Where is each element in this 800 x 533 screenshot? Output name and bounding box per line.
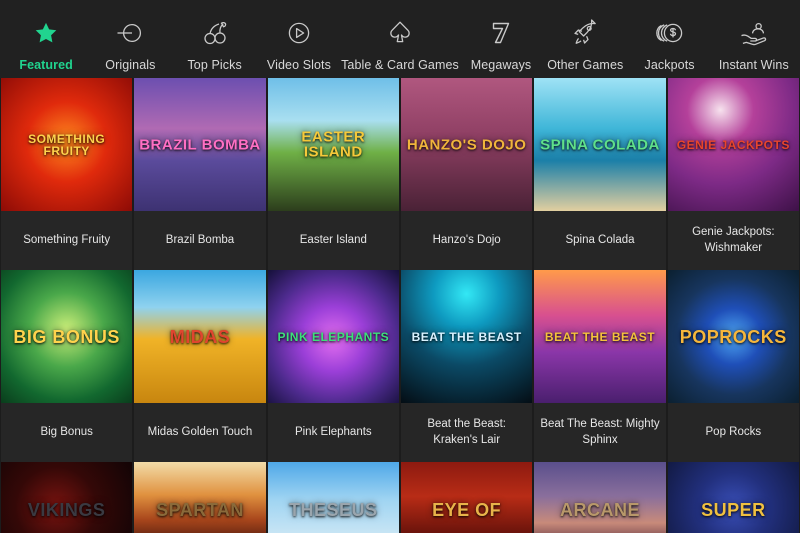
game-art <box>134 78 265 211</box>
game-art <box>668 462 799 533</box>
nav-label: Other Games <box>547 58 623 72</box>
game-art <box>268 78 399 211</box>
game-tile[interactable]: GENIE JACKPOTS Genie Jackpots: Wishmaker <box>668 78 799 270</box>
originals-icon <box>115 16 145 50</box>
game-thumbnail[interactable]: SPARTAN <box>134 462 265 533</box>
game-thumbnail[interactable]: SPINA COLADA <box>534 78 665 211</box>
game-tile[interactable]: THESEUS Theseus <box>268 462 399 533</box>
game-title[interactable]: Spina Colada <box>534 211 665 270</box>
game-title[interactable]: Easter Island <box>268 211 399 270</box>
nav-item-top-picks[interactable]: Top Picks <box>173 0 257 72</box>
game-art <box>401 78 532 211</box>
game-art <box>1 270 132 403</box>
category-nav: Featured Originals Top Picks <box>0 0 800 78</box>
play-circle-icon <box>286 16 312 50</box>
game-tile[interactable]: EASTER ISLAND Easter Island <box>268 78 399 270</box>
game-tile[interactable]: BIG BONUS Big Bonus <box>1 270 132 462</box>
game-lobby: Featured Originals Top Picks <box>0 0 800 533</box>
game-thumbnail[interactable]: VIKINGS <box>1 462 132 533</box>
game-thumbnail[interactable]: PINK ELEPHANTS <box>268 270 399 403</box>
game-thumbnail[interactable]: POPROCKS <box>668 270 799 403</box>
game-thumbnail[interactable]: THESEUS <box>268 462 399 533</box>
game-tile[interactable]: SOMETHING FRUITY Something Fruity <box>1 78 132 270</box>
game-thumbnail[interactable]: EYE OF <box>401 462 532 533</box>
game-thumbnail[interactable]: BRAZIL BOMBA <box>134 78 265 211</box>
game-art <box>401 462 532 533</box>
game-art <box>268 462 399 533</box>
game-tile[interactable]: BEAT THE BEAST Beat The Beast: Mighty Sp… <box>534 270 665 462</box>
game-art <box>534 78 665 211</box>
game-thumbnail[interactable]: SUPER <box>668 462 799 533</box>
nav-item-featured[interactable]: Featured <box>4 0 88 72</box>
game-tile[interactable]: MIDAS Midas Golden Touch <box>134 270 265 462</box>
game-title[interactable]: Beat The Beast: Mighty Sphinx <box>534 403 665 462</box>
game-tile[interactable]: PINK ELEPHANTS Pink Elephants <box>268 270 399 462</box>
game-title[interactable]: Beat the Beast: Kraken's Lair <box>401 403 532 462</box>
nav-item-originals[interactable]: Originals <box>88 0 172 72</box>
game-art <box>1 78 132 211</box>
hand-coins-icon <box>739 16 769 50</box>
nav-label: Instant Wins <box>719 58 789 72</box>
game-thumbnail[interactable]: HANZO'S DOJO <box>401 78 532 211</box>
nav-label: Featured <box>19 58 73 72</box>
nav-label: Video Slots <box>267 58 331 72</box>
rocket-icon <box>571 16 599 50</box>
game-tile[interactable]: HANZO'S DOJO Hanzo's Dojo <box>401 78 532 270</box>
cherries-icon <box>201 16 229 50</box>
game-art <box>1 462 132 533</box>
game-art <box>534 270 665 403</box>
game-tile[interactable]: SPARTAN Spartan <box>134 462 265 533</box>
nav-item-megaways[interactable]: Megaways <box>459 0 543 72</box>
nav-item-other-games[interactable]: Other Games <box>543 0 627 72</box>
game-tile[interactable]: POPROCKS Pop Rocks <box>668 270 799 462</box>
nav-item-jackpots[interactable]: Jackpots <box>627 0 711 72</box>
nav-label: Top Picks <box>187 58 241 72</box>
game-tile[interactable]: BEAT THE BEAST Beat the Beast: Kraken's … <box>401 270 532 462</box>
game-tile[interactable]: SUPER Super <box>668 462 799 533</box>
seven-icon <box>489 16 513 50</box>
nav-label: Jackpots <box>644 58 694 72</box>
game-art <box>534 462 665 533</box>
game-title[interactable]: Something Fruity <box>1 211 132 270</box>
game-art <box>268 270 399 403</box>
game-art <box>401 270 532 403</box>
nav-label: Originals <box>105 58 155 72</box>
game-thumbnail[interactable]: BIG BONUS <box>1 270 132 403</box>
nav-item-instant-wins[interactable]: Instant Wins <box>712 0 796 72</box>
game-tile[interactable]: BRAZIL BOMBA Brazil Bomba <box>134 78 265 270</box>
game-grid-row-3: VIKINGS Vikings Go To SPARTAN Spartan TH… <box>0 462 800 533</box>
game-thumbnail[interactable]: MIDAS <box>134 270 265 403</box>
game-art <box>134 270 265 403</box>
game-grid-row-2: BIG BONUS Big Bonus MIDAS Midas Golden T… <box>0 270 800 462</box>
nav-item-video-slots[interactable]: Video Slots <box>257 0 341 72</box>
game-art <box>668 78 799 211</box>
game-thumbnail[interactable]: EASTER ISLAND <box>268 78 399 211</box>
game-thumbnail[interactable]: BEAT THE BEAST <box>401 270 532 403</box>
game-tile[interactable]: ARCANE Arcane <box>534 462 665 533</box>
game-thumbnail[interactable]: BEAT THE BEAST <box>534 270 665 403</box>
game-art <box>668 270 799 403</box>
game-thumbnail[interactable]: ARCANE <box>534 462 665 533</box>
game-title[interactable]: Pop Rocks <box>668 403 799 462</box>
coins-icon <box>655 16 685 50</box>
game-title[interactable]: Genie Jackpots: Wishmaker <box>668 211 799 270</box>
nav-label: Table & Card Games <box>341 58 459 72</box>
game-title[interactable]: Big Bonus <box>1 403 132 462</box>
game-art <box>134 462 265 533</box>
game-title[interactable]: Pink Elephants <box>268 403 399 462</box>
game-tile[interactable]: EYE OF Eye of Horus <box>401 462 532 533</box>
game-title[interactable]: Midas Golden Touch <box>134 403 265 462</box>
game-title[interactable]: Hanzo's Dojo <box>401 211 532 270</box>
game-tile[interactable]: SPINA COLADA Spina Colada <box>534 78 665 270</box>
game-thumbnail[interactable]: GENIE JACKPOTS <box>668 78 799 211</box>
spade-icon <box>387 16 413 50</box>
game-grid-row-1: SOMETHING FRUITY Something Fruity BRAZIL… <box>0 78 800 270</box>
game-thumbnail[interactable]: SOMETHING FRUITY <box>1 78 132 211</box>
game-tile[interactable]: VIKINGS Vikings Go To <box>1 462 132 533</box>
game-title[interactable]: Brazil Bomba <box>134 211 265 270</box>
nav-label: Megaways <box>471 58 532 72</box>
nav-item-table-card-games[interactable]: Table & Card Games <box>341 0 459 72</box>
star-icon <box>33 16 59 50</box>
